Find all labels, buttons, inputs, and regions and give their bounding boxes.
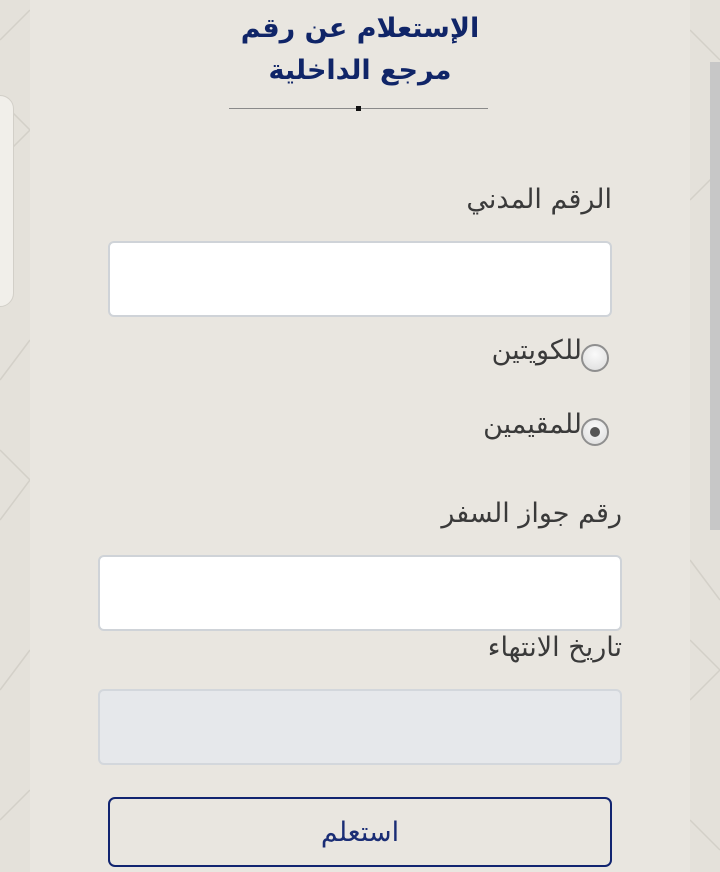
divider-ornament — [356, 106, 361, 111]
side-drawer-tab[interactable] — [0, 95, 14, 307]
radio-selected-dot — [590, 427, 600, 437]
radio-kuwaiti-option[interactable]: للكويتين — [480, 335, 612, 378]
passport-label: رقم جواز السفر — [441, 498, 622, 529]
inquire-button[interactable]: استعلم — [108, 797, 612, 867]
expiry-date-label: تاريخ الانتهاء — [487, 632, 622, 663]
civil-id-input[interactable] — [108, 241, 612, 317]
radio-resident-option[interactable]: للمقيمين — [472, 409, 612, 452]
scrollbar[interactable] — [710, 62, 720, 530]
expiry-date-input[interactable] — [98, 689, 622, 765]
passport-number-input[interactable] — [98, 555, 622, 631]
radio-resident-label: للمقيمين — [483, 409, 582, 440]
radio-kuwaiti[interactable] — [581, 344, 609, 372]
radio-kuwaiti-label: للكويتين — [491, 335, 582, 366]
radio-resident[interactable] — [581, 418, 609, 446]
civil-id-label: الرقم المدني — [466, 184, 612, 215]
page-title: الإستعلام عن رقم مرجع الداخلية — [240, 13, 480, 86]
